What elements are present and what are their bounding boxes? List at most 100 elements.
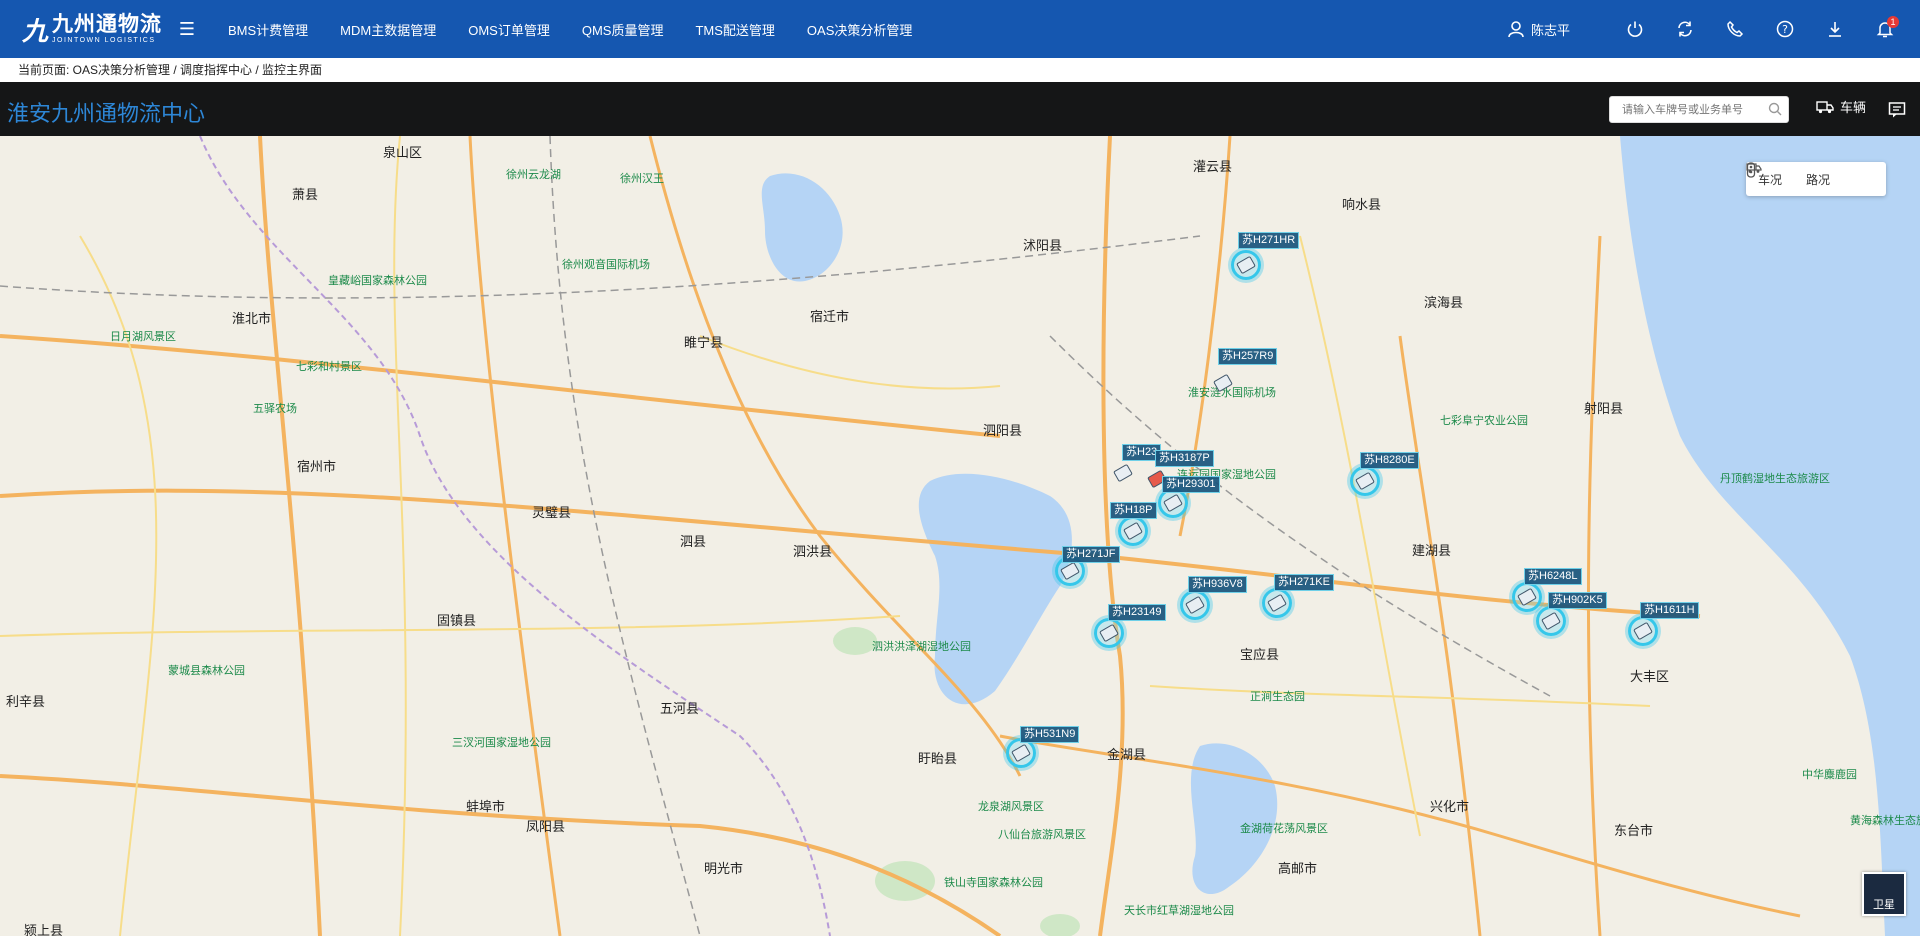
vehicle-plate-label[interactable]: 苏H3187P: [1155, 450, 1214, 467]
phone-icon: [1727, 20, 1744, 37]
vehicle-plate-label[interactable]: 苏H902K5: [1548, 592, 1607, 609]
map-label: 凤阳县: [526, 819, 566, 834]
satellite-toggle[interactable]: 卫星: [1862, 872, 1906, 916]
map-label: 泗洪县: [793, 544, 833, 559]
truck-icon: [1113, 463, 1133, 483]
map-poi-label: 七彩和村景区: [296, 361, 362, 373]
user-menu[interactable]: 陈志平: [1507, 20, 1570, 39]
vehicle-marker[interactable]: [1208, 368, 1238, 398]
map-poi-label: 泗洪洪泽湖湿地公园: [872, 641, 971, 653]
map-label: 灵璧县: [532, 505, 572, 520]
help-button[interactable]: ?: [1760, 0, 1810, 58]
map-poi-label: 徐州汉王: [620, 173, 664, 185]
vehicle-plate-label[interactable]: 苏H29301: [1162, 476, 1220, 493]
vehicle-plate-label[interactable]: 苏H6248L: [1524, 568, 1582, 585]
vehicle-plate-label[interactable]: 苏H936V8: [1188, 576, 1247, 593]
vehicle-plate-label[interactable]: 苏H18P: [1110, 502, 1157, 519]
vehicle-plate-label[interactable]: 苏H23149: [1108, 604, 1166, 621]
refresh-button[interactable]: [1660, 0, 1710, 58]
map-poi-label: 丹顶鹤湿地生态旅游区: [1720, 473, 1830, 485]
notification-button[interactable]: 1: [1860, 0, 1910, 58]
map-poi-label: 金湖荷花荡风景区: [1240, 823, 1328, 835]
truck-icon: [1517, 587, 1537, 607]
map-label: 射阳县: [1584, 401, 1624, 416]
vehicle-plate-label[interactable]: 苏H1611H: [1640, 602, 1699, 619]
truck-icon: [1163, 493, 1183, 513]
map-label: 金湖县: [1107, 747, 1147, 762]
vehicle-marker[interactable]: [1350, 466, 1380, 496]
truck-icon: [1236, 255, 1256, 275]
map-view[interactable]: 泉山区 萧县 淮北市 宿州市 灵璧县 泗县 泗洪县 宿迁市 睢宁县 沭阳县 灌云…: [0, 136, 1920, 936]
map-label: 宝应县: [1240, 647, 1280, 662]
map-poi-label: 日月湖风景区: [110, 331, 176, 343]
vehicle-marker[interactable]: [1094, 618, 1124, 648]
nav-tms[interactable]: TMS配送管理: [679, 0, 790, 58]
vehicle-plate-label[interactable]: 苏H271KE: [1274, 574, 1334, 591]
map-poi-label: 正涧生态园: [1250, 691, 1305, 703]
vehicle-plate-label[interactable]: 苏H271HR: [1238, 232, 1300, 249]
map-label: 高邮市: [1278, 861, 1318, 876]
nav-qms[interactable]: QMS质量管理: [566, 0, 680, 58]
vehicle-marker[interactable]: [1180, 590, 1210, 620]
traffic-light-icon: [1746, 162, 1756, 178]
vehicle-plate-label[interactable]: 苏H271JF: [1062, 546, 1120, 563]
user-name: 陈志平: [1530, 22, 1570, 38]
map-label: 盱眙县: [918, 751, 958, 766]
nav-bms[interactable]: BMS计费管理: [212, 0, 324, 58]
nav-mdm[interactable]: MDM主数据管理: [324, 0, 452, 58]
vehicle-marker[interactable]: [1512, 582, 1542, 612]
map-label: 建湖县: [1412, 543, 1452, 558]
vehicle-button[interactable]: 车辆: [1816, 97, 1866, 116]
logo-mark-icon: 九: [22, 15, 49, 46]
phone-button[interactable]: [1710, 0, 1760, 58]
map-label: 泗阳县: [983, 423, 1023, 438]
map-controls: 车况 路况: [1746, 162, 1886, 196]
map-label: 宿州市: [297, 459, 337, 474]
vehicle-plate-label[interactable]: 苏H8280E: [1360, 452, 1419, 469]
road-status-toggle[interactable]: 路况: [1746, 162, 1842, 196]
breadcrumb: 当前页面: OAS决策分析管理 / 调度指挥中心 / 监控主界面: [0, 58, 1920, 82]
vehicle-marker[interactable]: [1231, 250, 1261, 280]
vehicle-marker[interactable]: [1118, 516, 1148, 546]
power-button[interactable]: [1610, 0, 1660, 58]
map-label: 明光市: [704, 861, 744, 876]
truck-icon: [1633, 621, 1653, 641]
map-poi-label: 铁山寺国家森林公园: [944, 877, 1043, 889]
logo[interactable]: 九 九州通物流 JOINTOWN LOGISTICS: [0, 0, 168, 58]
truck-icon: [1355, 471, 1375, 491]
truck-icon: [1816, 100, 1834, 113]
vehicle-marker[interactable]: [1536, 606, 1566, 636]
vehicle-marker[interactable]: [1262, 588, 1292, 618]
map-label: 五河县: [660, 701, 700, 716]
vehicle-marker[interactable]: [1108, 458, 1138, 488]
truck-icon: [1099, 623, 1119, 643]
map-poi-label: 皇藏峪国家森林公园: [328, 275, 427, 287]
notification-badge: 1: [1887, 16, 1899, 28]
download-button[interactable]: [1810, 0, 1860, 58]
menu-toggle-icon[interactable]: ☰: [176, 19, 198, 40]
vehicle-plate-label[interactable]: 苏H257R9: [1218, 348, 1278, 365]
nav-oas[interactable]: OAS决策分析管理: [791, 0, 928, 58]
map-poi-label: 七彩阜宁农业公园: [1440, 415, 1528, 427]
vehicle-plate-label[interactable]: 苏H531N9: [1020, 726, 1080, 743]
truck-icon: [1541, 611, 1561, 631]
message-icon[interactable]: [1888, 101, 1906, 119]
search-input[interactable]: [1609, 96, 1789, 123]
map-poi-label: 龙泉湖风景区: [978, 801, 1044, 813]
top-navbar: 九 九州通物流 JOINTOWN LOGISTICS ☰ BMS计费管理 MDM…: [0, 0, 1920, 58]
logo-text: 九州通物流: [52, 13, 163, 36]
map-label: 滨海县: [1424, 295, 1464, 310]
satellite-label: 卫星: [1873, 899, 1895, 911]
map-poi-label: 黄海森林生态旅游度假区: [1850, 815, 1920, 827]
truck-icon: [1123, 521, 1143, 541]
map-label: 响水县: [1342, 197, 1382, 212]
truck-icon: [1213, 373, 1233, 393]
map-label: 兴化市: [1430, 799, 1470, 814]
map-label: 泗县: [680, 534, 707, 549]
vehicle-marker[interactable]: [1628, 616, 1658, 646]
search-icon[interactable]: [1768, 102, 1782, 116]
map-label: 利辛县: [6, 694, 46, 709]
nav-oms[interactable]: OMS订单管理: [452, 0, 566, 58]
power-icon: [1627, 21, 1643, 37]
map-label: 颍上县: [24, 923, 64, 936]
